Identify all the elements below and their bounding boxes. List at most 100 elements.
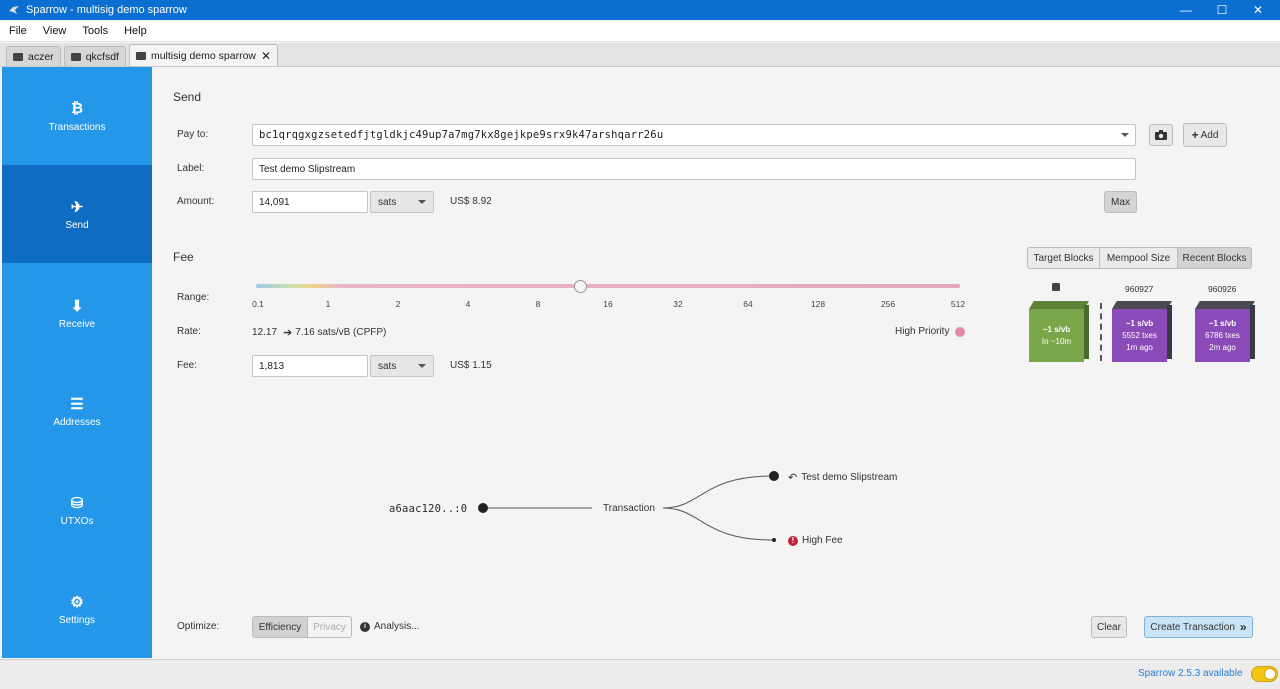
add-label: Add (1200, 129, 1219, 141)
maximize-button[interactable]: ☐ (1204, 0, 1240, 20)
tab-mempool-size[interactable]: Mempool Size (1099, 247, 1178, 269)
wallet-icon (135, 51, 146, 60)
close-tab-icon[interactable]: ✕ (261, 49, 271, 63)
wallet-icon (70, 52, 81, 61)
range-tick: 512 (950, 299, 966, 309)
block-eta: 2m ago (1209, 342, 1236, 352)
pay-to-input[interactable]: bc1qrqgxgzsetedfjtgldkjc49up7a7mg7kx8gej… (252, 124, 1136, 146)
menu-file[interactable]: File (9, 25, 27, 37)
sidebar-item-send[interactable]: ✈ Send (2, 165, 152, 263)
menu-tools[interactable]: Tools (82, 25, 108, 37)
output-node[interactable] (769, 471, 779, 481)
block-number: 960927 (1125, 284, 1154, 294)
recent-block-960926: ~1 s/vb 6786 txes 2m ago (1195, 301, 1255, 363)
sidebar-item-utxos[interactable]: ⛁ UTXOs (2, 461, 152, 559)
range-tick: 4 (465, 299, 471, 309)
range-tick: 2 (395, 299, 401, 309)
fee-node (772, 538, 776, 542)
camera-icon (1155, 130, 1167, 140)
rate-display: 12.17 ➔ 7.16 sats/vB (CPFP) (252, 326, 386, 339)
pay-to-label: Pay to: (177, 129, 209, 140)
block-rate: ~1 s/vb (1042, 324, 1071, 334)
fee-fiat: US$ 1.15 (450, 360, 492, 371)
chevron-down-icon (418, 364, 426, 368)
fee-value: 1,813 (259, 360, 285, 372)
label-value: Test demo Slipstream (259, 163, 356, 175)
block-number: 960926 (1208, 284, 1237, 294)
amount-input[interactable]: 14,091 (252, 191, 368, 213)
range-tick: 128 (810, 299, 826, 309)
tab-qkcfsdf[interactable]: qkcfsdf (63, 46, 126, 66)
fee-input[interactable]: 1,813 (252, 355, 368, 377)
gear-icon: ⚙ (70, 593, 84, 611)
chevron-down-icon (418, 200, 426, 204)
sidebar-item-transactions[interactable]: ₿ Transactions (2, 67, 152, 165)
chevron-down-icon[interactable] (1121, 133, 1129, 137)
fee-heading: Fee (173, 250, 194, 264)
sidebar-item-label: Addresses (53, 416, 101, 428)
sidebar-item-label: UTXOs (60, 515, 94, 527)
tab-label: aczer (28, 50, 54, 63)
block-txes: 6786 txes (1205, 330, 1240, 340)
tab-aczer[interactable]: aczer (6, 46, 61, 66)
menu-view[interactable]: View (43, 25, 67, 37)
range-tick: 0.1 (252, 299, 264, 309)
mempool-divider (1100, 303, 1102, 361)
pending-block-face: ~1 s/vb In ~10m (1029, 309, 1084, 362)
sidebar-item-settings[interactable]: ⚙ Settings (2, 560, 152, 658)
recent-block-960927: ~1 s/vb 5552 txes 1m ago (1112, 301, 1172, 363)
range-tick: 8 (535, 299, 541, 309)
send-heading: Send (173, 90, 202, 104)
tab-target-blocks[interactable]: Target Blocks (1027, 247, 1100, 269)
close-window-button[interactable]: ✕ (1240, 0, 1276, 20)
sidebar-item-label: Receive (58, 318, 96, 330)
label-input[interactable]: Test demo Slipstream (252, 158, 1136, 180)
analysis-link[interactable]: i Analysis... (360, 621, 420, 632)
amount-value: 14,091 (259, 196, 290, 208)
amount-fiat: US$ 8.92 (450, 196, 492, 207)
efficiency-toggle[interactable]: Efficiency (252, 616, 308, 638)
input-node[interactable] (478, 503, 488, 513)
range-tick: 256 (880, 299, 896, 309)
wallet-tabs: aczer qkcfsdf multisig demo sparrow ✕ (0, 43, 1280, 67)
create-transaction-button[interactable]: Create Transaction » (1144, 616, 1253, 638)
range-tick: 16 (603, 299, 613, 309)
coins-icon: ⛁ (70, 494, 84, 512)
fee-range-thumb[interactable] (573, 280, 587, 293)
sidebar-item-addresses[interactable]: ☰ Addresses (2, 362, 152, 460)
tab-recent-blocks[interactable]: Recent Blocks (1177, 247, 1252, 269)
fee-unit-select[interactable]: sats (370, 355, 434, 377)
sidebar-item-receive[interactable]: ⬇ Receive (2, 264, 152, 362)
fee-range-slider[interactable] (256, 284, 960, 288)
amount-unit-select[interactable]: sats (370, 191, 434, 213)
rate-label: Rate: (177, 326, 201, 337)
priority-label: High Priority (895, 326, 950, 337)
add-recipient-button[interactable]: + Add (1183, 123, 1227, 147)
warning-icon: ! (788, 535, 798, 546)
create-transaction-label: Create Transaction (1150, 621, 1235, 633)
fee-unit: sats (378, 360, 397, 372)
tab-multisig-demo-sparrow[interactable]: multisig demo sparrow ✕ (128, 44, 279, 66)
cpfp-arrow-icon: ➔ (283, 327, 293, 339)
minimize-button[interactable]: — (1168, 0, 1204, 20)
output-label[interactable]: ↶ Test demo Slipstream (788, 471, 897, 484)
sidebar-item-label: Send (65, 219, 89, 231)
range-label: Range: (177, 292, 210, 303)
menu-help[interactable]: Help (124, 25, 147, 37)
input-utxo[interactable]: a6aac120..:0 (389, 503, 467, 515)
privacy-toggle[interactable]: Privacy (307, 616, 352, 638)
range-tick: 32 (673, 299, 683, 309)
menu-bar: File View Tools Help (0, 21, 1280, 42)
sidebar-item-label: Transactions (48, 121, 106, 133)
rate-value: 12.17 (252, 327, 278, 338)
toggle-knob (1264, 668, 1276, 680)
scan-qr-button[interactable] (1149, 124, 1173, 146)
max-button[interactable]: Max (1104, 191, 1137, 213)
info-icon: i (360, 621, 370, 632)
server-toggle[interactable] (1251, 666, 1278, 682)
update-available-link[interactable]: Sparrow 2.5.3 available (1138, 668, 1243, 679)
clear-button[interactable]: Clear (1091, 616, 1127, 638)
optimize-label: Optimize: (177, 621, 220, 632)
pay-to-address: bc1qrqgxgzsetedfjtgldkjc49up7a7mg7kx8gej… (259, 129, 664, 141)
priority-indicator-icon (955, 327, 965, 337)
